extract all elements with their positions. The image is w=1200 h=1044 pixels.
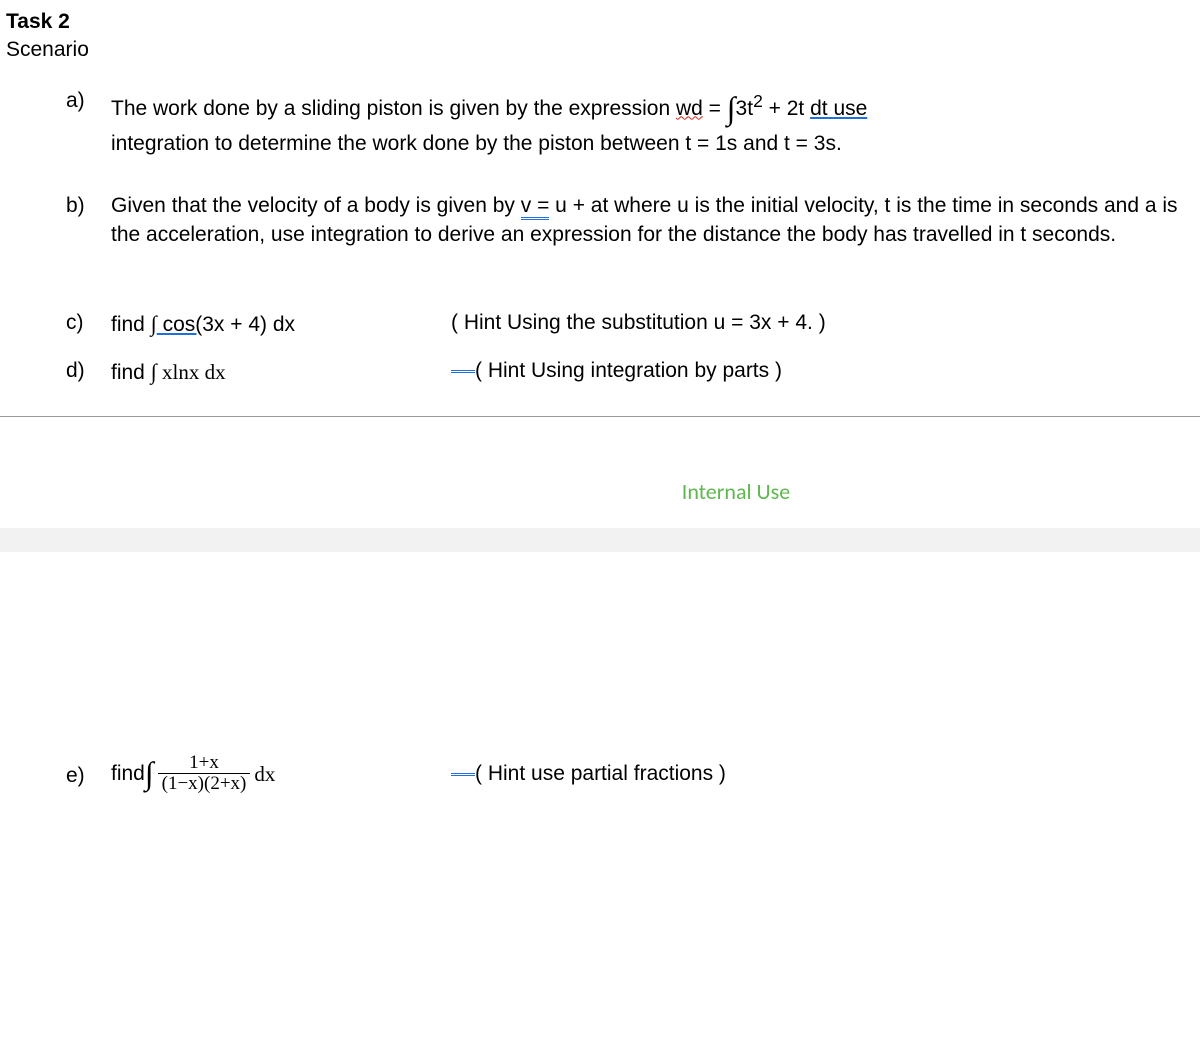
text-double-underline: v = [521,195,550,220]
question-list-continued: e) find ∫ 1+x (1−x)(2+x) dx ( Hint use p… [6,752,1200,795]
task-header: Task 2 Scenario [6,8,1200,65]
text-underlined: use [833,97,867,120]
hint: ( Hint use partial fractions ) [451,760,1182,788]
text: dx [254,760,275,788]
text: 3x + 4) dx [202,313,295,336]
text: Hint use partial fractions ) [482,762,726,785]
hint: ( Hint Using integration by parts ) [451,357,1182,385]
text: Given that the velocity of a body is giv… [111,194,521,217]
question-b: b) Given that the velocity of a body is … [66,192,1200,249]
task-title: Task 2 [6,8,1200,36]
watermark: Internal Use [6,477,1200,507]
question-list: a) The work done by a sliding piston is … [6,87,1200,388]
question-label: a) [66,87,111,159]
text: The work done by a sliding piston is giv… [111,97,676,120]
question-e: e) find ∫ 1+x (1−x)(2+x) dx ( Hint use p… [66,752,1200,795]
task-subtitle: Scenario [6,36,1200,64]
integral-icon: ∫ [145,752,154,795]
text: xlnx dx [157,360,226,384]
fraction: 1+x (1−x)(2+x) [158,753,251,794]
expression: find ∫ cos(3x + 4) dx [111,309,451,339]
expression: find ∫ xlnx dx [111,357,451,387]
question-body: find ∫ cos(3x + 4) dx ( Hint Using the s… [111,309,1200,339]
page-gap [0,528,1200,552]
text-underlined: cos( [157,313,203,336]
question-label: d) [66,357,111,387]
text: integration to determine the work done b… [111,132,842,155]
text: find [111,313,151,336]
question-a: a) The work done by a sliding piston is … [66,87,1200,159]
superscript: 2 [753,91,763,111]
question-label: e) [66,752,111,795]
expression: find ∫ 1+x (1−x)(2+x) dx [111,752,451,795]
question-d: d) find ∫ xlnx dx ( Hint Using integrati… [66,357,1200,387]
question-body: The work done by a sliding piston is giv… [111,87,1200,159]
question-body: find ∫ 1+x (1−x)(2+x) dx ( Hint use part… [111,752,1200,795]
numerator: 1+x [158,753,251,773]
text: Hint Using integration by parts ) [482,359,782,382]
text: ( [475,762,482,785]
text: ( [475,359,482,382]
double-underline-mark [451,773,475,776]
text: = [703,97,727,120]
question-label: c) [66,309,111,339]
double-underline-mark [451,370,475,373]
question-body: Given that the velocity of a body is giv… [111,192,1200,249]
question-label: b) [66,192,111,249]
text: ( Hint Using the substitution u = 3x + 4… [451,311,826,334]
question-body: find ∫ xlnx dx ( Hint Using integration … [111,357,1200,387]
integral-icon: ∫ [727,90,736,126]
text: find [111,760,145,788]
question-c: c) find ∫ cos(3x + 4) dx ( Hint Using th… [66,309,1200,339]
page-divider [0,416,1200,417]
hint: ( Hint Using the substitution u = 3x + 4… [451,309,1182,337]
text-wavy: wd [676,97,703,120]
text-underlined: dt [810,97,833,120]
text: find [111,361,151,384]
denominator: (1−x)(2+x) [158,773,251,794]
text: 3t [736,97,754,120]
text: + 2t [763,97,810,120]
